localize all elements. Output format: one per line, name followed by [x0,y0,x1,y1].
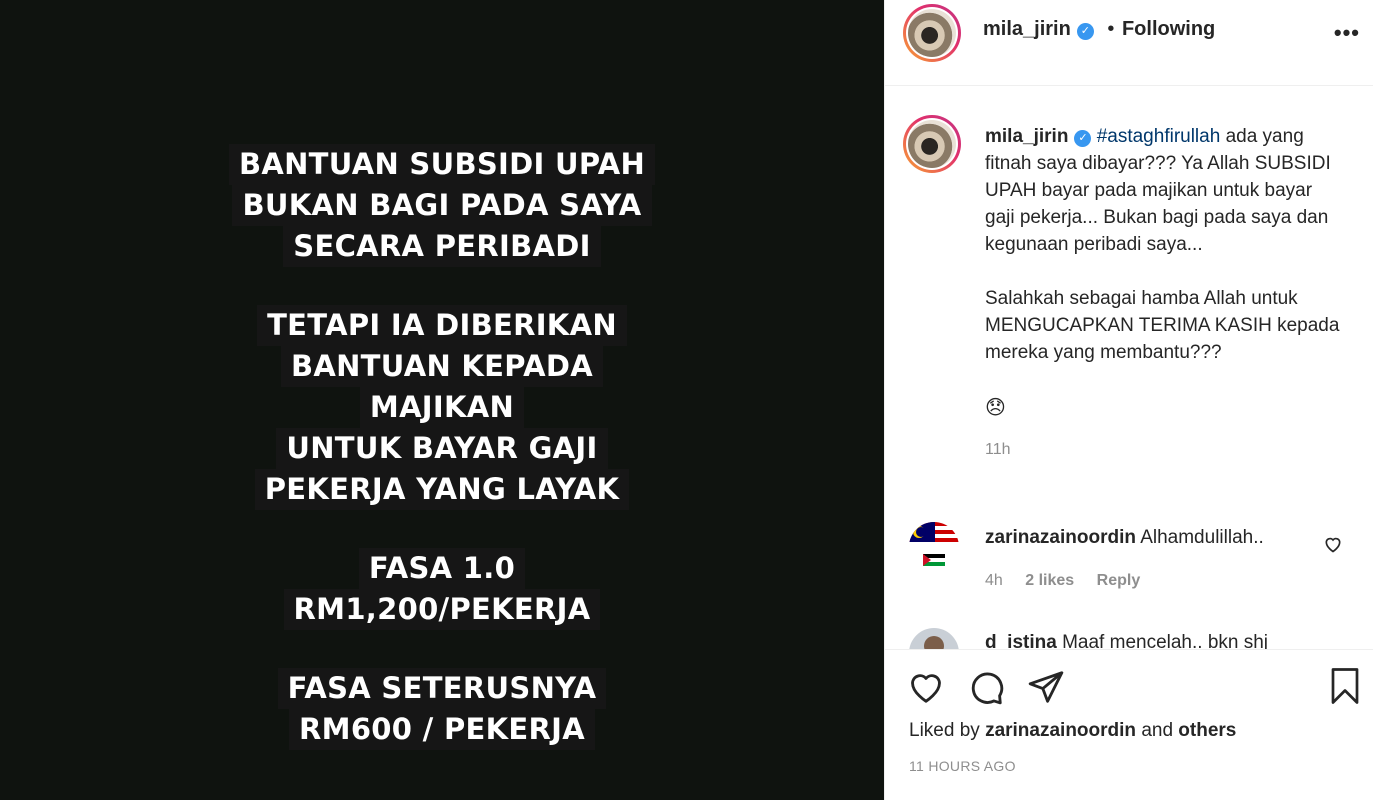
comment-2-body: d_istina Maaf mencelah.. bkn shj [985,632,1315,649]
media-text-line: UNTUK BAYAR GAJI [276,428,608,469]
caption-text-part2: Salahkah sebagai hamba Allah untuk MENGU… [985,288,1340,363]
media-text-line: SECARA PERIBADI [283,226,601,267]
comment-bubble-icon[interactable] [967,668,1005,706]
media-text-line: BANTUAN KEPADA [280,346,604,387]
comments-section[interactable]: mila_jirin ✓ #astaghfirullah ada yang fit… [885,87,1373,649]
author-avatar-image [908,9,956,57]
liked-by-others[interactable]: others [1178,720,1236,741]
post-timestamp[interactable]: 11 HOURS AGO [909,758,1016,774]
post-media[interactable]: BANTUAN SUBSIDI UPAH BUKAN BAGI PADA SAYA… [0,0,884,800]
comment-1-time[interactable]: 4h [985,572,1003,589]
media-text-line: TETAPI IA DIBERIKAN [257,305,627,346]
post-side-panel: mila_jirin ✓ • Following ••• mila_jirin ✓ … [884,0,1373,800]
malaysia-flag-icon [909,522,959,572]
save-bookmark-icon[interactable] [1327,666,1363,706]
comment-2-avatar[interactable] [909,628,959,649]
comment-1-body: zarinazainoordin Alhamdulillah.. [985,527,1315,549]
header-user-line: mila_jirin ✓ • Following [983,18,1215,41]
comment-1-likes[interactable]: 2 likes [1025,572,1074,589]
liked-by-line: Liked by zarinazainoordin and others [909,720,1236,742]
caption-avatar-image [908,120,956,168]
comment-avatar-malaysia-flag[interactable] [909,522,959,572]
author-avatar[interactable] [903,4,961,62]
header-username[interactable]: mila_jirin [983,18,1071,40]
liked-by-user[interactable]: zarinazainoordin [985,720,1136,741]
comment-2-text: Maaf mencelah.. bkn shj [1062,632,1269,649]
media-overlay-text: BANTUAN SUBSIDI UPAH BUKAN BAGI PADA SAYA… [0,144,884,750]
media-text-line: RM600 / PEKERJA [289,709,595,750]
media-text-line: FASA SETERUSNYA [277,668,607,709]
like-heart-icon[interactable] [907,668,945,706]
media-text-line: PEKERJA YANG LAYAK [254,469,630,510]
media-text-line: BANTUAN SUBSIDI UPAH [228,144,656,185]
media-text-line: MAJIKAN [359,387,525,428]
caption-emoji: 😞 [985,397,1006,419]
comment-1-like-icon[interactable] [1323,534,1343,554]
comment-1-username[interactable]: zarinazainoordin [985,527,1136,548]
caption-username[interactable]: mila_jirin [985,126,1068,147]
post-header: mila_jirin ✓ • Following ••• [885,0,1373,86]
following-button[interactable]: Following [1122,18,1215,40]
post-actions: Liked by zarinazainoordin and others 11 … [885,649,1373,800]
more-options-icon[interactable]: ••• [1334,20,1360,46]
comment-1-text: Alhamdulillah.. [1140,527,1264,548]
verified-icon: ✓ [1076,23,1094,40]
media-text-line: FASA 1.0 [358,548,526,589]
header-separator: • [1107,18,1115,40]
caption-hashtag[interactable]: #astaghfirullah [1097,126,1221,147]
comment-2-avatar-image [924,636,944,649]
caption: mila_jirin ✓ #astaghfirullah ada yang fit… [985,123,1345,463]
media-text-line: RM1,200/PEKERJA [283,589,601,630]
liked-by-and: and [1141,720,1174,741]
comment-1-reply-button[interactable]: Reply [1097,572,1141,589]
comment-2-username[interactable]: d_istina [985,632,1057,649]
liked-by-prefix: Liked by [909,720,980,741]
comment-1-meta: 4h 2 likes Reply [985,572,1140,590]
caption-verified-icon: ✓ [1074,130,1092,147]
caption-time[interactable]: 11h [985,436,1345,463]
caption-avatar[interactable] [903,115,961,173]
media-text-line: BUKAN BAGI PADA SAYA [232,185,652,226]
share-paper-plane-icon[interactable] [1027,668,1065,706]
